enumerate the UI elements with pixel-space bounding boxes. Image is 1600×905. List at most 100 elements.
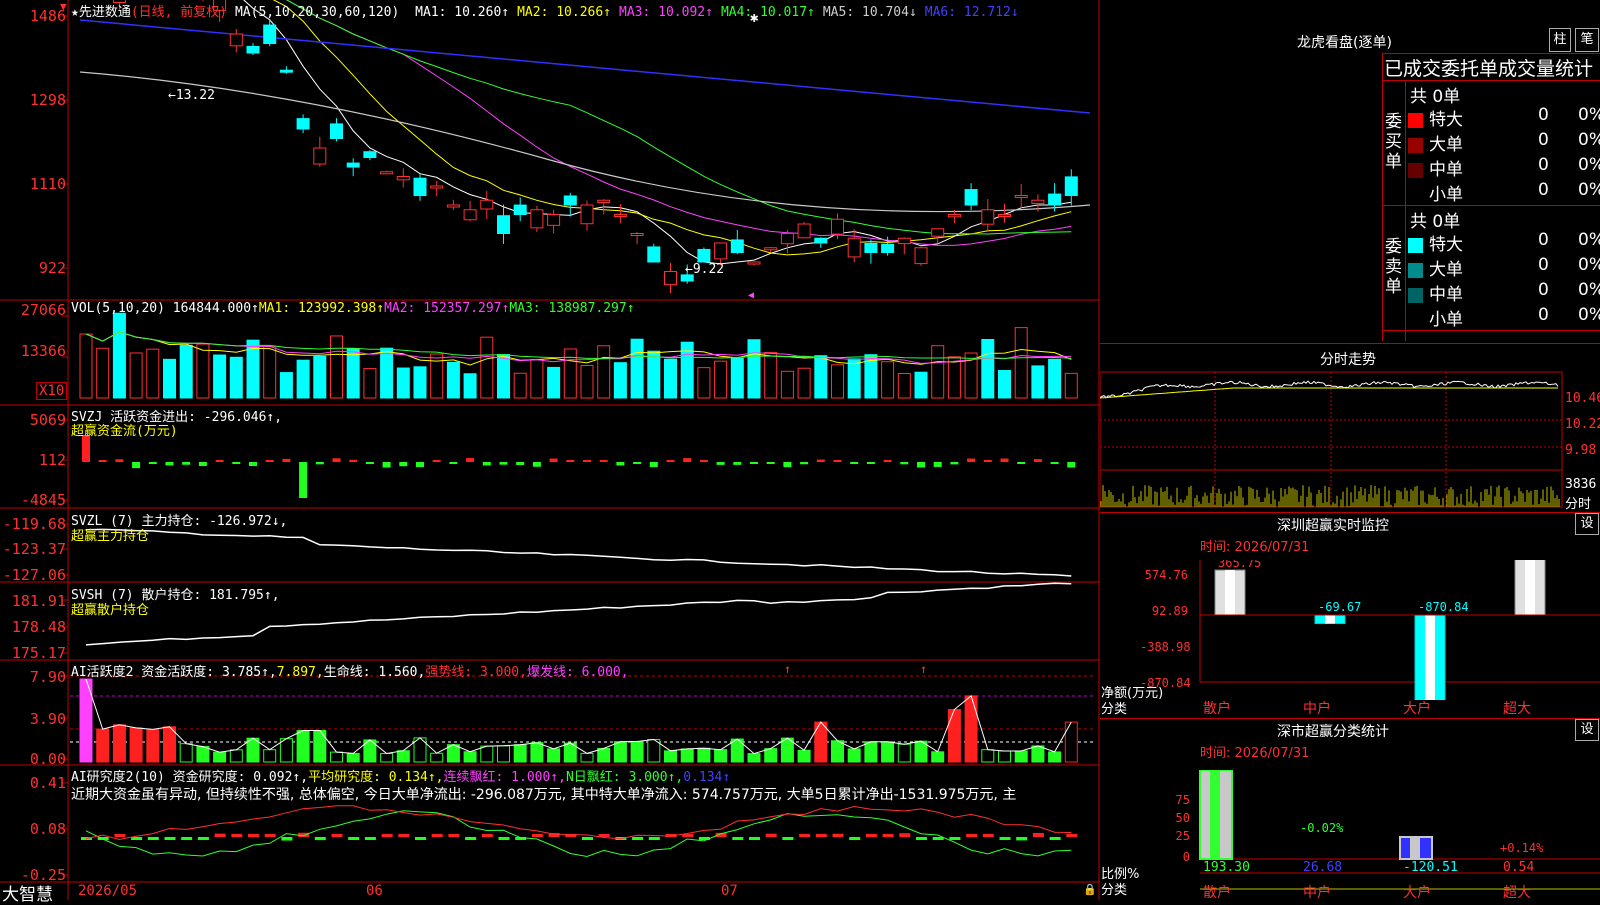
vol-bar[interactable] bbox=[146, 348, 160, 399]
candle[interactable] bbox=[747, 261, 761, 266]
candle[interactable] bbox=[1064, 169, 1078, 206]
candle[interactable] bbox=[279, 66, 293, 74]
vol-bar[interactable] bbox=[764, 351, 778, 399]
stock-name[interactable]: ★先进数通 bbox=[71, 5, 131, 20]
vol-bar[interactable] bbox=[780, 370, 794, 399]
candle[interactable] bbox=[964, 183, 978, 211]
candle[interactable] bbox=[313, 136, 327, 167]
vol-bar[interactable] bbox=[229, 356, 243, 399]
vol-bar[interactable] bbox=[998, 370, 1011, 399]
vol-bar[interactable] bbox=[497, 354, 510, 399]
candle[interactable] bbox=[396, 168, 410, 188]
vol-bar[interactable] bbox=[1064, 372, 1078, 399]
vol-bar[interactable] bbox=[396, 367, 410, 399]
monitor-bar-3[interactable]: 574.76 bbox=[1514, 560, 1561, 616]
vol-bar[interactable] bbox=[714, 360, 728, 399]
vol-bar[interactable] bbox=[1048, 358, 1062, 399]
vol-bar[interactable] bbox=[630, 338, 644, 399]
vol-bar[interactable] bbox=[1031, 365, 1045, 399]
candle[interactable] bbox=[914, 246, 928, 266]
vol-bar[interactable] bbox=[279, 372, 293, 399]
candle[interactable] bbox=[1014, 183, 1028, 208]
candle[interactable] bbox=[380, 170, 394, 175]
vol-bar[interactable] bbox=[563, 348, 577, 399]
candle[interactable] bbox=[847, 229, 861, 263]
vol-bar[interactable] bbox=[480, 336, 494, 399]
order-row-0[interactable]: 特大 0 0% bbox=[1408, 105, 1600, 130]
order-row-1[interactable]: 大单 0 0% bbox=[1408, 130, 1600, 155]
candle[interactable] bbox=[330, 118, 343, 142]
candle[interactable] bbox=[864, 239, 878, 264]
candle[interactable] bbox=[664, 263, 677, 294]
class-bar-0[interactable] bbox=[1199, 770, 1233, 860]
vol-bar[interactable] bbox=[313, 355, 327, 399]
candle[interactable] bbox=[630, 231, 644, 245]
candle[interactable] bbox=[296, 114, 310, 134]
vol-bar[interactable] bbox=[547, 366, 561, 399]
monitor-bar-1[interactable]: -69.67 bbox=[1314, 600, 1361, 625]
order-row-0[interactable]: 特大 0 0% bbox=[1408, 230, 1600, 255]
bar-mode-button[interactable]: 柱 bbox=[1549, 28, 1571, 52]
candle[interactable] bbox=[580, 200, 594, 231]
tick-mode-button[interactable]: 笔 bbox=[1575, 28, 1599, 52]
vol-bar[interactable] bbox=[263, 345, 277, 399]
vol-bar[interactable] bbox=[163, 358, 176, 399]
vol-bar[interactable] bbox=[613, 362, 627, 399]
order-row-3[interactable]: 小单 0 0% bbox=[1408, 305, 1600, 330]
candle[interactable] bbox=[246, 43, 260, 56]
candle[interactable] bbox=[931, 228, 945, 244]
vol-bar[interactable] bbox=[897, 373, 911, 399]
vol-bar[interactable] bbox=[463, 373, 477, 399]
candle[interactable] bbox=[430, 180, 444, 197]
vol-bar[interactable] bbox=[814, 355, 828, 399]
candle[interactable] bbox=[463, 200, 477, 222]
candle[interactable] bbox=[363, 150, 377, 161]
vol-bar[interactable] bbox=[196, 343, 210, 399]
chart-mode[interactable]: (日线, 前复权) bbox=[131, 5, 227, 20]
vol-bar[interactable] bbox=[446, 361, 460, 399]
class-bar-1[interactable] bbox=[1399, 836, 1433, 860]
candle[interactable] bbox=[563, 192, 577, 217]
candle[interactable] bbox=[413, 174, 427, 201]
candle[interactable] bbox=[780, 229, 794, 254]
vol-bar[interactable] bbox=[730, 357, 744, 399]
vol-bar[interactable] bbox=[296, 359, 310, 399]
candle[interactable] bbox=[981, 198, 995, 233]
candle[interactable] bbox=[229, 28, 243, 53]
vol-bar[interactable] bbox=[363, 368, 377, 399]
vol-bar[interactable] bbox=[697, 367, 711, 399]
candle[interactable] bbox=[513, 197, 527, 222]
vol-bar[interactable] bbox=[513, 372, 527, 399]
vol-bar[interactable] bbox=[213, 354, 227, 399]
vol-bar[interactable] bbox=[580, 365, 594, 399]
order-row-1[interactable]: 大单 0 0% bbox=[1408, 255, 1600, 280]
vol-bar[interactable] bbox=[647, 350, 661, 399]
candle[interactable] bbox=[530, 205, 544, 233]
intraday-chart[interactable] bbox=[1100, 370, 1600, 510]
vol-bar[interactable] bbox=[597, 345, 611, 399]
vol-bar[interactable] bbox=[881, 361, 895, 399]
vol-bar[interactable] bbox=[380, 347, 394, 399]
kline-chart-area[interactable]: ✱ ◀ ↑ ↑ 🔒 bbox=[0, 0, 1100, 900]
vol-bar[interactable] bbox=[1014, 327, 1028, 399]
candle[interactable] bbox=[480, 191, 494, 220]
candle[interactable] bbox=[263, 19, 277, 47]
vol-bar[interactable] bbox=[96, 347, 110, 399]
candle[interactable] bbox=[346, 158, 360, 177]
candle[interactable] bbox=[897, 237, 911, 255]
vol-bar[interactable] bbox=[413, 366, 427, 399]
candle[interactable] bbox=[730, 229, 744, 255]
vol-bar[interactable] bbox=[112, 312, 126, 399]
vol-bar[interactable] bbox=[914, 371, 928, 399]
candle[interactable] bbox=[446, 199, 460, 211]
candle[interactable] bbox=[647, 243, 661, 263]
candle[interactable] bbox=[814, 237, 828, 248]
candle[interactable] bbox=[547, 209, 561, 234]
candle[interactable] bbox=[697, 247, 711, 263]
class-settings-button[interactable]: 设 bbox=[1575, 719, 1599, 741]
vol-bar[interactable] bbox=[981, 338, 995, 399]
candle[interactable] bbox=[797, 222, 811, 239]
vol-bar[interactable] bbox=[831, 364, 844, 399]
vol-bar[interactable] bbox=[330, 335, 343, 399]
vol-bar[interactable] bbox=[847, 358, 861, 399]
